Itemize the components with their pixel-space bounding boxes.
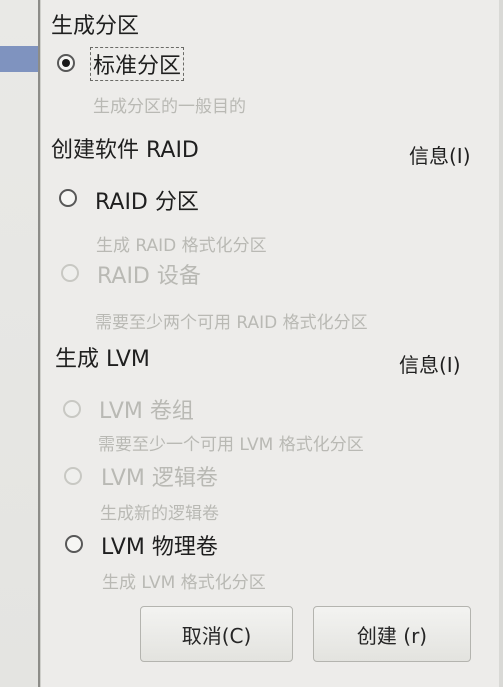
create-button-label: 创建 (r) bbox=[356, 623, 428, 648]
standard-partition-desc: 生成分区的一般目的 bbox=[93, 97, 246, 117]
cancel-button[interactable]: 取消(C) bbox=[140, 606, 293, 662]
cancel-button-label: 取消(C) bbox=[181, 623, 252, 648]
radio-standard-partition[interactable] bbox=[57, 54, 75, 72]
lvm-volume-group-desc: 需要至少一个可用 LVM 格式化分区 bbox=[98, 435, 364, 455]
raid-partition-label[interactable]: RAID 分区 bbox=[95, 184, 199, 216]
background-window-edge bbox=[0, 0, 40, 687]
lvm-physical-volume-label[interactable]: LVM 物理卷 bbox=[101, 529, 218, 561]
radio-lvm-logical-volume[interactable] bbox=[64, 467, 82, 485]
section-generate-lvm: 生成 LVM bbox=[55, 347, 150, 372]
section-create-raid: 创建软件 RAID bbox=[51, 138, 199, 163]
radio-lvm-physical-volume[interactable] bbox=[65, 535, 83, 553]
create-storage-dialog: 生成分区 标准分区 生成分区的一般目的 创建软件 RAID 信息(I) RAID… bbox=[40, 0, 499, 687]
radio-raid-partition[interactable] bbox=[59, 189, 77, 207]
background-selection-bar bbox=[0, 46, 38, 72]
lvm-volume-group-label[interactable]: LVM 卷组 bbox=[99, 393, 194, 425]
section-generate-partition: 生成分区 bbox=[51, 14, 140, 39]
lvm-physical-volume-desc: 生成 LVM 格式化分区 bbox=[102, 573, 266, 593]
focus-ring: 标准分区 bbox=[90, 47, 185, 81]
raid-device-desc: 需要至少两个可用 RAID 格式化分区 bbox=[95, 313, 368, 333]
raid-device-label[interactable]: RAID 设备 bbox=[97, 258, 201, 290]
standard-partition-label[interactable]: 标准分区 bbox=[93, 54, 181, 79]
radio-lvm-volume-group[interactable] bbox=[63, 400, 81, 418]
raid-info-button[interactable]: 信息(I) bbox=[409, 140, 471, 169]
lvm-logical-volume-label[interactable]: LVM 逻辑卷 bbox=[101, 460, 218, 492]
raid-partition-desc: 生成 RAID 格式化分区 bbox=[96, 236, 267, 256]
create-button[interactable]: 创建 (r) bbox=[313, 606, 471, 662]
radio-raid-device[interactable] bbox=[61, 264, 79, 282]
lvm-info-button[interactable]: 信息(I) bbox=[399, 349, 461, 378]
lvm-logical-volume-desc: 生成新的逻辑卷 bbox=[100, 504, 219, 524]
